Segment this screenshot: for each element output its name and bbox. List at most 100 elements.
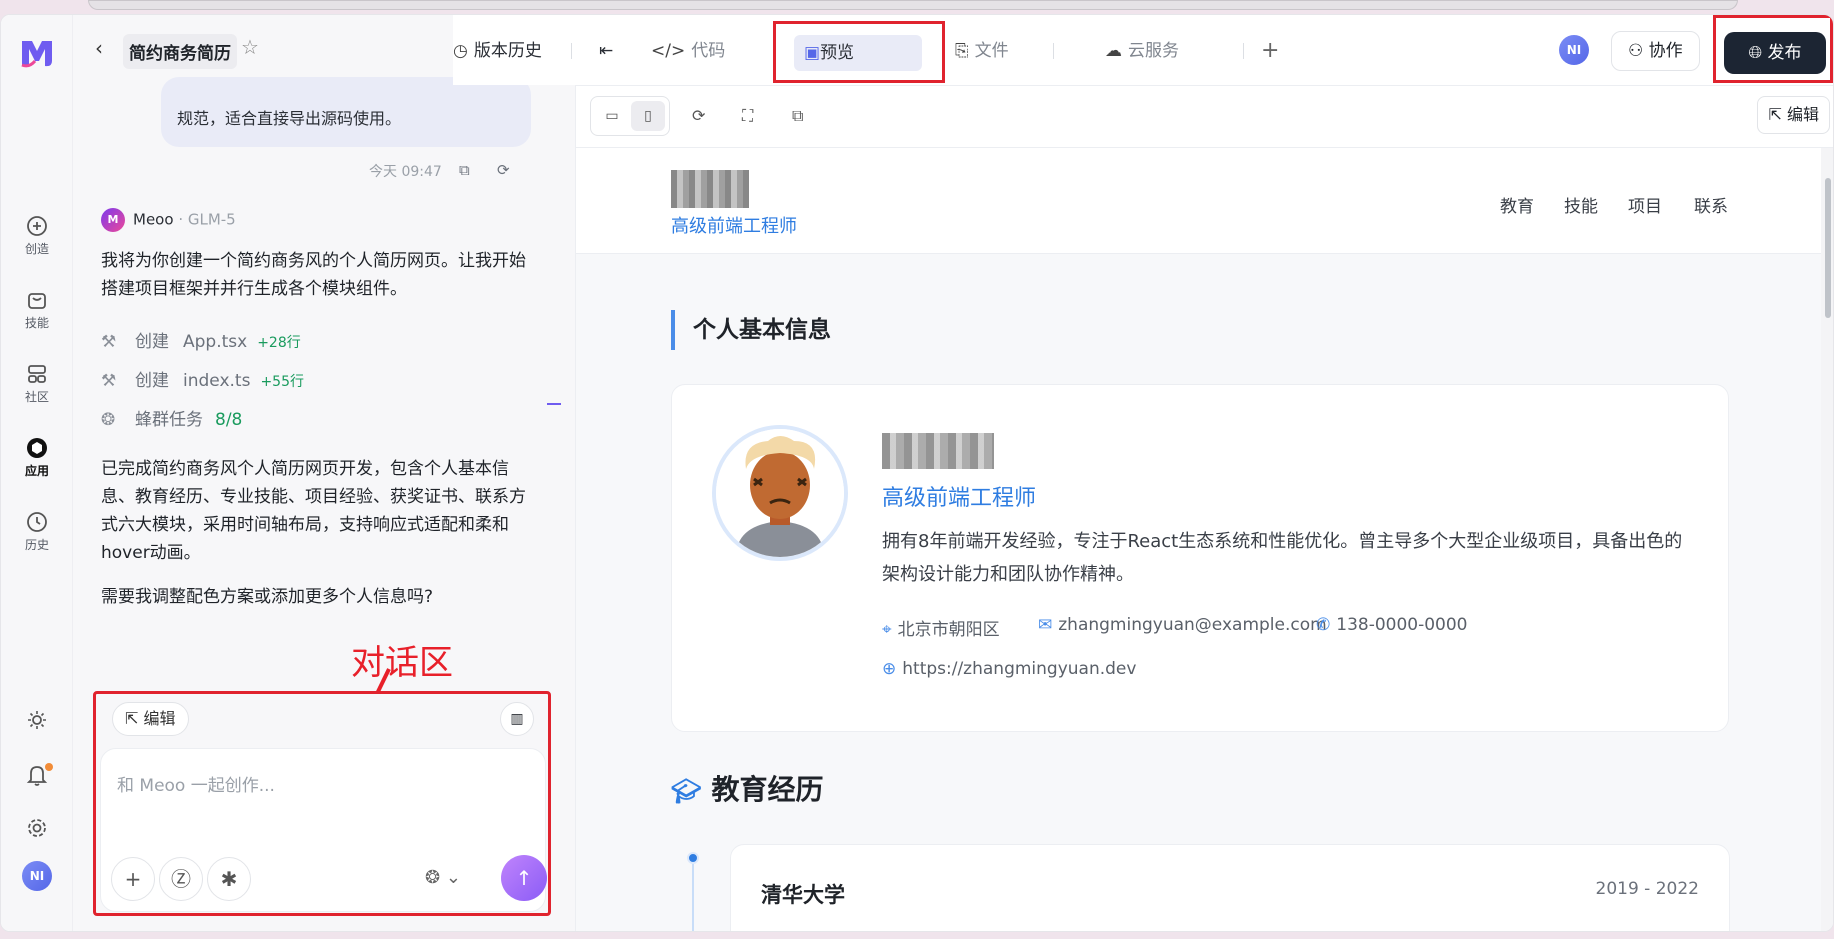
send-button[interactable]: ↑ [501,855,547,901]
rail-item-skills[interactable]: 技能 [1,289,73,331]
star-icon[interactable]: ☆ [241,35,259,59]
tab-preview[interactable]: ▣预览 [794,35,922,71]
project-title[interactable]: 简约商务简历 [123,34,237,69]
user-avatar[interactable]: NI [1,861,73,891]
collapse-handle[interactable] [547,403,561,405]
ai-model: · GLM-5 [178,210,236,229]
site-role: 高级前端工程师 [671,216,797,237]
collapse-panel-button[interactable]: ⇤ [599,35,613,67]
ai-name: Meoo [133,210,174,229]
step-create-index[interactable]: ⚒ 创建 index.ts +55行 [101,366,304,391]
ai-summary-text: 已完成简约商务风个人简历网页开发，包含个人基本信息、教育经历、专业技能、项目经验… [101,459,526,563]
education-title: 教育经历 [711,773,824,806]
cube-icon [27,438,47,458]
rail-label-apps: 应用 [24,464,49,478]
phone-icon: ▯ [644,108,652,124]
tab-cloud-label: 云服务 [1128,41,1179,61]
paperclip-icon: ⎘ [955,41,969,61]
add-tab-button[interactable]: + [1261,35,1279,67]
mobile-view-button[interactable]: ▯ [631,101,665,131]
cursor-icon: ⇱ [125,709,144,728]
site-nav-contact[interactable]: 联系 [1694,192,1728,217]
bar-chart-icon: ▥ [510,711,524,727]
profile-bio: 拥有8年前端开发经验，专注于React生态系统和性能优化。曾主导多个大型企业级项… [882,531,1683,585]
refresh-icon[interactable]: ⟳ [692,106,705,125]
settings-button[interactable] [1,817,73,843]
cloud-icon: ☁ [1105,41,1122,61]
collaborator-avatar[interactable]: NI [1559,35,1589,65]
header-bar: ◷ 版本历史 ⇤ </> 代码 ▣预览 ⎘ 文件 ☁ 云服务 + NI ⚇ 协作 🌐︎ … [453,15,1833,85]
tab-cloud[interactable]: ☁ 云服务 [1105,35,1179,67]
contact-location: ⌖ 北京市朝阳区 [882,615,1000,640]
step-create-app[interactable]: ⚒ 创建 App.tsx +28行 [101,327,301,352]
desktop-view-button[interactable]: ▭ [595,101,629,131]
plus-icon: + [124,867,142,891]
left-rail: 创造 技能 社区 应用 历史 NI [1,15,73,931]
preview-edit-button[interactable]: ⇱ 编辑 [1757,96,1830,134]
section-education: 🎓︎ 教育经历 [671,768,823,808]
nav-divider [1053,43,1054,59]
preview-scrollbar[interactable] [1821,148,1833,931]
notifications-button[interactable] [1,763,73,791]
theme-toggle[interactable] [1,709,73,735]
tab-code[interactable]: </> 代码 [651,35,725,67]
chat-panel: ‹ 简约商务简历 ☆ 规范，适合直接导出源码使用。 今天 09:47 ⧉ ⟳ M… [73,15,575,931]
contact-phone[interactable]: ✆ 138-0000-0000 [1316,615,1468,635]
regenerate-icon[interactable]: ⟳ [497,161,510,179]
location-pin-icon: ⌖ [882,620,892,640]
email-text: zhangmingyuan@example.com [1058,615,1327,635]
history-icon: ◷ [453,41,468,61]
section-basic-info: 个人基本信息 [671,310,831,350]
fullscreen-icon[interactable]: ⛶ [742,106,753,126]
person-avatar-illustration [716,429,844,557]
chat-input[interactable]: 和 Meoo 一起创作... + Ⓩ ✱ ❂ ⌄ ↑ [100,748,547,912]
swarm-mode-select[interactable]: ❂ ⌄ [425,867,461,888]
back-button[interactable]: ‹ [95,37,119,61]
copy-icon[interactable]: ⧉ [459,161,470,179]
site-nav-education[interactable]: 教育 [1500,192,1534,217]
bag-icon [28,293,46,309]
rail-label-create: 创造 [24,242,49,256]
site-nav-projects[interactable]: 项目 [1628,192,1662,217]
timeline-dot [687,852,699,864]
plugin-button[interactable]: ✱ [207,857,251,901]
browser-tab-strip [88,0,1738,10]
globe-icon: 🌐︎ [1748,43,1768,63]
stats-button[interactable]: ▥ [500,702,534,736]
open-external-icon[interactable]: ⧉ [792,106,803,126]
rail-item-history[interactable]: 历史 [1,511,73,553]
tab-preview-label: 预览 [820,43,855,63]
preview-highlight: ▣预览 [773,21,945,83]
version-history-button[interactable]: ◷ 版本历史 [453,35,542,67]
publish-button[interactable]: 🌐︎ 发布 [1724,32,1826,74]
preview-toolbar: ▭ ▯ ⟳ ⛶ ⧉ ⇱ 编辑 [576,86,1833,148]
sun-icon [28,711,46,729]
profile-card: 高级前端工程师 拥有8年前端开发经验，专注于React生态系统和性能优化。曾主导… [671,384,1729,732]
edit-mode-chip[interactable]: ⇱ 编辑 [112,702,189,736]
profile-portrait [712,425,848,561]
rail-item-apps[interactable]: 应用 [1,437,73,479]
user-message-text: 规范，适合直接导出源码使用。 [177,109,402,128]
gear-icon [28,819,46,837]
app-logo[interactable] [19,37,55,69]
scrollbar-thumb[interactable] [1825,178,1831,318]
user-message-bubble: 规范，适合直接导出源码使用。 [161,77,531,147]
contact-website[interactable]: ⊕ https://zhangmingyuan.dev [882,659,1136,679]
zhipu-button[interactable]: Ⓩ [159,857,203,901]
preview-panel: ▭ ▯ ⟳ ⛶ ⧉ ⇱ 编辑 高级前端工程师 教育 技能 项目 联系 个人基本信… [575,85,1833,931]
profile-role: 高级前端工程师 [882,486,1037,511]
step-action: 创建 [135,371,169,391]
add-user-icon: ⚇ [1628,41,1649,61]
swarm-label: 蜂群任务 [135,410,203,430]
add-attachment-button[interactable]: + [111,857,155,901]
timeline-line [692,864,694,931]
grid-icon [28,365,46,383]
contact-email[interactable]: ✉ zhangmingyuan@example.com [1038,615,1327,635]
rail-item-create[interactable]: 创造 [1,215,73,257]
tab-files[interactable]: ⎘ 文件 [955,35,1009,67]
collaborate-button[interactable]: ⚇ 协作 [1611,31,1700,71]
nav-divider [1243,43,1244,59]
rail-item-community[interactable]: 社区 [1,363,73,405]
site-nav-skills[interactable]: 技能 [1564,192,1598,217]
swarm-task[interactable]: ❂ 蜂群任务 8/8 [101,405,242,430]
